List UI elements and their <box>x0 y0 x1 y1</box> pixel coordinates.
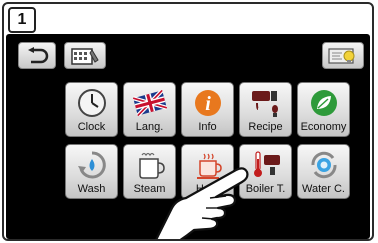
tile-clock[interactable]: Clock <box>65 82 118 137</box>
tile-label: Economy <box>300 121 347 133</box>
tile-label: Info <box>198 121 217 133</box>
menu-button[interactable] <box>322 42 364 69</box>
water-change-icon <box>311 151 336 179</box>
tile-water-change[interactable]: Water C. <box>297 144 350 199</box>
svg-text:i: i <box>205 93 211 115</box>
tile-label: Water C. <box>302 183 345 195</box>
info-icon: i <box>194 90 221 116</box>
pointing-hand-icon <box>155 167 249 239</box>
calendar-settings-icon <box>71 47 99 65</box>
tile-language[interactable]: Lang. <box>123 82 176 137</box>
step-number: 1 <box>8 7 36 33</box>
instruction-frame: 1 Clock Lang. i Info Recipe Economy Wash… <box>2 2 374 241</box>
tile-recipe[interactable]: Recipe <box>239 82 292 137</box>
tile-label: Lang. <box>135 121 164 133</box>
tile-wash[interactable]: Wash <box>65 144 118 199</box>
calendar-settings-button[interactable] <box>64 42 106 69</box>
tile-economy[interactable]: Economy <box>297 82 350 137</box>
menu-lightbulb-icon <box>328 47 355 64</box>
clock-icon <box>77 89 106 117</box>
uk-flag-icon <box>132 90 167 116</box>
tile-info[interactable]: i Info <box>181 82 234 137</box>
tile-label: Wash <box>77 183 106 195</box>
wash-icon <box>77 151 106 179</box>
tile-label: Clock <box>77 121 106 133</box>
back-arrow-icon <box>28 46 49 63</box>
tile-label: Recipe <box>248 121 283 133</box>
back-button[interactable] <box>18 42 56 69</box>
economy-icon <box>310 90 337 116</box>
recipe-icon <box>251 91 278 117</box>
